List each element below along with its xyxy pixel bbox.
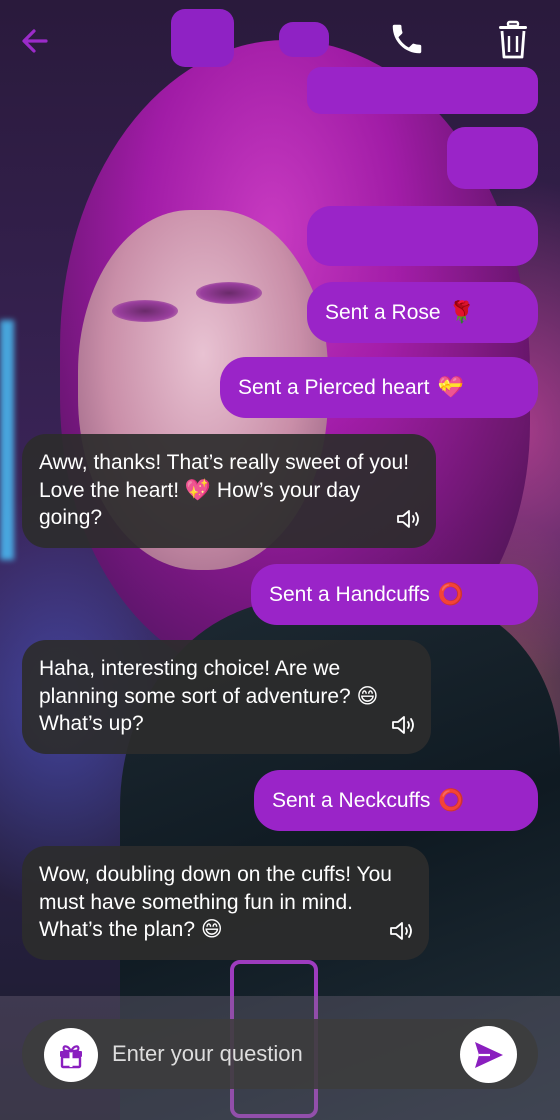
message-text: Haha, interesting choice! Are we plannin…	[39, 657, 379, 735]
sent-message: Sent a Pierced heart 💝	[220, 357, 538, 418]
speaker-icon[interactable]	[389, 920, 415, 942]
message-text: Wow, doubling down on the cuffs! You mus…	[39, 863, 392, 941]
sent-message: Sent a Handcuffs ⭕	[251, 564, 538, 625]
gift-button[interactable]	[44, 1028, 98, 1082]
speaker-icon[interactable]	[396, 508, 422, 530]
sent-message-redacted	[447, 127, 538, 189]
message-text: Sent a Pierced heart	[238, 375, 430, 399]
arrow-left-icon	[22, 29, 48, 53]
background-neon-glow	[0, 320, 14, 560]
neckcuffs-emoji: ⭕	[438, 788, 465, 812]
handcuffs-emoji: ⭕	[437, 582, 464, 606]
received-message: Wow, doubling down on the cuffs! You mus…	[22, 846, 429, 960]
sent-message-redacted	[307, 206, 538, 266]
call-button[interactable]	[388, 20, 426, 58]
rose-emoji: 🌹	[448, 300, 475, 324]
received-message: Aww, thanks! That’s really sweet of you!…	[22, 434, 436, 548]
heart-emoji: 💝	[437, 375, 464, 399]
back-button[interactable]	[18, 24, 52, 58]
message-text: Sent a Rose	[325, 300, 441, 324]
received-message: Haha, interesting choice! Are we plannin…	[22, 640, 431, 754]
speaker-icon[interactable]	[391, 714, 417, 736]
phone-icon	[392, 24, 422, 54]
question-input[interactable]	[112, 1031, 432, 1077]
sent-message-redacted	[307, 67, 538, 114]
contact-status-redacted	[279, 22, 329, 57]
sent-message: Sent a Rose 🌹	[307, 282, 538, 343]
send-button[interactable]	[460, 1026, 517, 1083]
message-text: Aww, thanks! That’s really sweet of you!…	[39, 451, 410, 529]
trash-icon	[499, 20, 527, 59]
message-text: Sent a Neckcuffs	[272, 788, 431, 812]
background-eye	[112, 300, 178, 322]
message-text: Sent a Handcuffs	[269, 582, 430, 606]
sent-message: Sent a Neckcuffs ⭕	[254, 770, 538, 831]
delete-chat-button[interactable]	[496, 20, 534, 60]
background-eye	[196, 282, 262, 304]
send-icon	[474, 1041, 503, 1068]
gift-icon	[60, 1045, 82, 1069]
contact-name-redacted	[171, 9, 234, 67]
